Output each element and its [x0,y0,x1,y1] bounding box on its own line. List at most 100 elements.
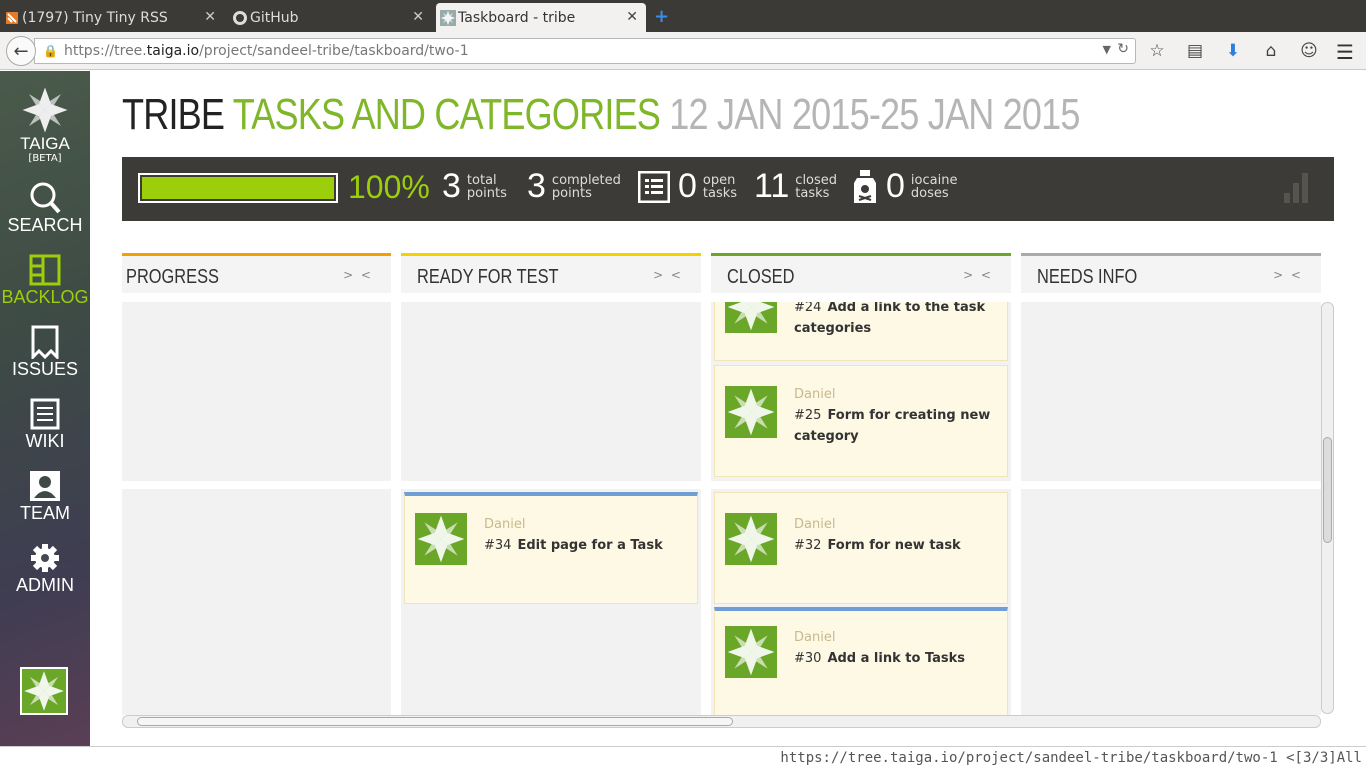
stat-iocaine: 0 iocaine doses [852,167,957,206]
backlog-icon [0,253,90,287]
graph-toggle-icon[interactable] [1284,173,1308,203]
stat-value: 0 [886,167,905,205]
scrollbar-thumb[interactable] [1323,437,1332,543]
progress-bar-fill [142,177,334,199]
url-dropdown-icon[interactable]: ▼ [1103,43,1111,56]
download-icon[interactable]: ⬇ [1222,40,1244,62]
close-tab-icon[interactable]: ✕ [204,9,216,25]
tab-github[interactable]: GitHub ✕ [228,3,432,32]
sprint-name: TASKS AND CATEGORIES [232,90,661,139]
task-title[interactable]: #32 Form for new task [794,535,994,556]
sidebar-item-backlog[interactable]: BACKLOG [0,253,90,308]
home-icon[interactable]: ⌂ [1260,40,1282,62]
task-avatar[interactable] [725,626,777,678]
task-avatar[interactable] [725,513,777,565]
close-tab-icon[interactable]: ✕ [412,9,424,25]
lock-icon: 🔒 [43,44,58,58]
task-avatar[interactable] [415,513,467,565]
team-icon [0,469,90,503]
column-title: CLOSED [727,266,795,288]
tab-taskboard[interactable]: Taskboard - tribe ✕ [436,3,646,32]
iocaine-bottle-icon [852,169,878,205]
lane-row1-progress [122,302,391,481]
sidebar-item-label: ISSUES [11,359,79,379]
column-header-closed: CLOSED > < [711,253,1011,293]
task-card-32[interactable]: Daniel #32 Form for new task [714,492,1008,604]
task-list-icon [638,170,670,203]
fold-column-icon[interactable]: > < [1273,268,1303,282]
logo-text: TAIGA [20,134,70,153]
sidebar-item-search[interactable]: SEARCH [0,181,90,236]
bookmark-star-icon[interactable]: ☆ [1146,40,1168,62]
new-tab-icon[interactable]: + [654,6,669,27]
tab-label: GitHub [250,9,299,26]
browser-tabbar: (1797) Tiny Tiny RSS ✕ GitHub ✕ Taskboar… [0,0,1366,32]
stat-value: 0 [678,167,697,205]
sidebar-item-issues[interactable]: ISSUES [0,325,90,380]
close-tab-icon[interactable]: ✕ [626,9,638,25]
wiki-icon [0,397,90,431]
sidebar-item-team[interactable]: TEAM [0,469,90,524]
task-card-34[interactable]: Daniel #34 Edit page for a Task [404,492,698,604]
task-avatar[interactable] [725,302,777,333]
tab-label: Taskboard - tribe [458,9,576,26]
scrollbar-thumb[interactable] [137,717,733,726]
reading-list-icon[interactable]: ▤ [1184,40,1206,62]
column-header-progress: PROGRESS > < [122,253,391,293]
sidebar-item-label: SEARCH [7,215,83,235]
back-button[interactable]: ← [6,36,36,66]
lane-row2-needs-info [1021,489,1321,715]
fold-column-icon[interactable]: > < [653,268,683,282]
fold-column-icon[interactable]: > < [963,268,993,282]
taiga-favicon-icon [440,10,456,26]
task-title[interactable]: #24 Add a link to the task categories [794,302,994,339]
taiga-logo-icon[interactable] [20,85,70,135]
vertical-scrollbar[interactable] [1321,302,1334,714]
rss-favicon-icon [4,10,20,26]
lane-row2-ready-for-test: Daniel #34 Edit page for a Task [401,489,701,715]
stat-value: 3 [442,167,461,205]
task-title[interactable]: #25 Form for creating new category [794,405,994,447]
project-name[interactable]: TRIBE [122,90,225,139]
lane-row2-progress [122,489,391,715]
smiley-icon[interactable]: ☺ [1298,40,1320,62]
stat-total-points: 3 total points [442,167,507,205]
task-card-24[interactable]: #24 Add a link to the task categories [714,302,1008,361]
logo-beta: [BETA] [28,153,62,164]
sidebar-item-wiki[interactable]: WIKI [0,397,90,452]
stat-open-tasks: 0 open tasks [638,167,737,206]
task-owner[interactable]: Daniel [484,517,525,532]
url-bar[interactable]: 🔒 https://tree.taiga.io/project/sandeel-… [34,38,1136,64]
sprint-dates: 12 JAN 2015-25 JAN 2015 [669,90,1080,139]
stat-value: 3 [527,167,546,205]
issues-icon [0,325,90,359]
hamburger-menu-icon[interactable]: ☰ [1336,40,1354,64]
task-card-25[interactable]: Daniel #25 Form for creating new category [714,365,1008,477]
url-text: https://tree.taiga.io/project/sandeel-tr… [63,43,469,59]
stat-closed-tasks: 11 closed tasks [754,167,838,205]
reload-icon[interactable]: ↻ [1117,41,1129,57]
task-title[interactable]: #34 Edit page for a Task [484,535,684,556]
column-title: READY FOR TEST [417,266,559,288]
lane-row1-needs-info [1021,302,1321,481]
sidebar-item-admin[interactable]: ADMIN [0,541,90,596]
gear-icon [0,541,90,575]
task-owner[interactable]: Daniel [794,387,835,402]
user-avatar[interactable] [20,667,68,715]
task-owner[interactable]: Daniel [794,630,835,645]
tab-tiny-tiny-rss[interactable]: (1797) Tiny Tiny RSS ✕ [0,3,224,32]
progress-bar [138,173,338,203]
progress-percent: 100% [348,169,430,205]
column-title: PROGRESS [126,266,219,288]
lane-row1-ready-for-test [401,302,701,481]
task-avatar[interactable] [725,386,777,438]
fold-column-icon[interactable]: > < [343,268,373,282]
task-card-30[interactable]: Daniel #30 Add a link to Tasks [714,607,1008,715]
sidebar-item-label: ADMIN [16,575,74,595]
horizontal-scrollbar[interactable] [122,715,1321,728]
task-owner[interactable]: Daniel [794,517,835,532]
sidebar: TAIGA [BETA] SEARCH BACKLOG ISSUES WIKI … [0,71,90,746]
search-icon [0,181,90,215]
task-title[interactable]: #30 Add a link to Tasks [794,648,994,669]
status-url: https://tree.taiga.io/project/sandeel-tr… [780,750,1362,766]
